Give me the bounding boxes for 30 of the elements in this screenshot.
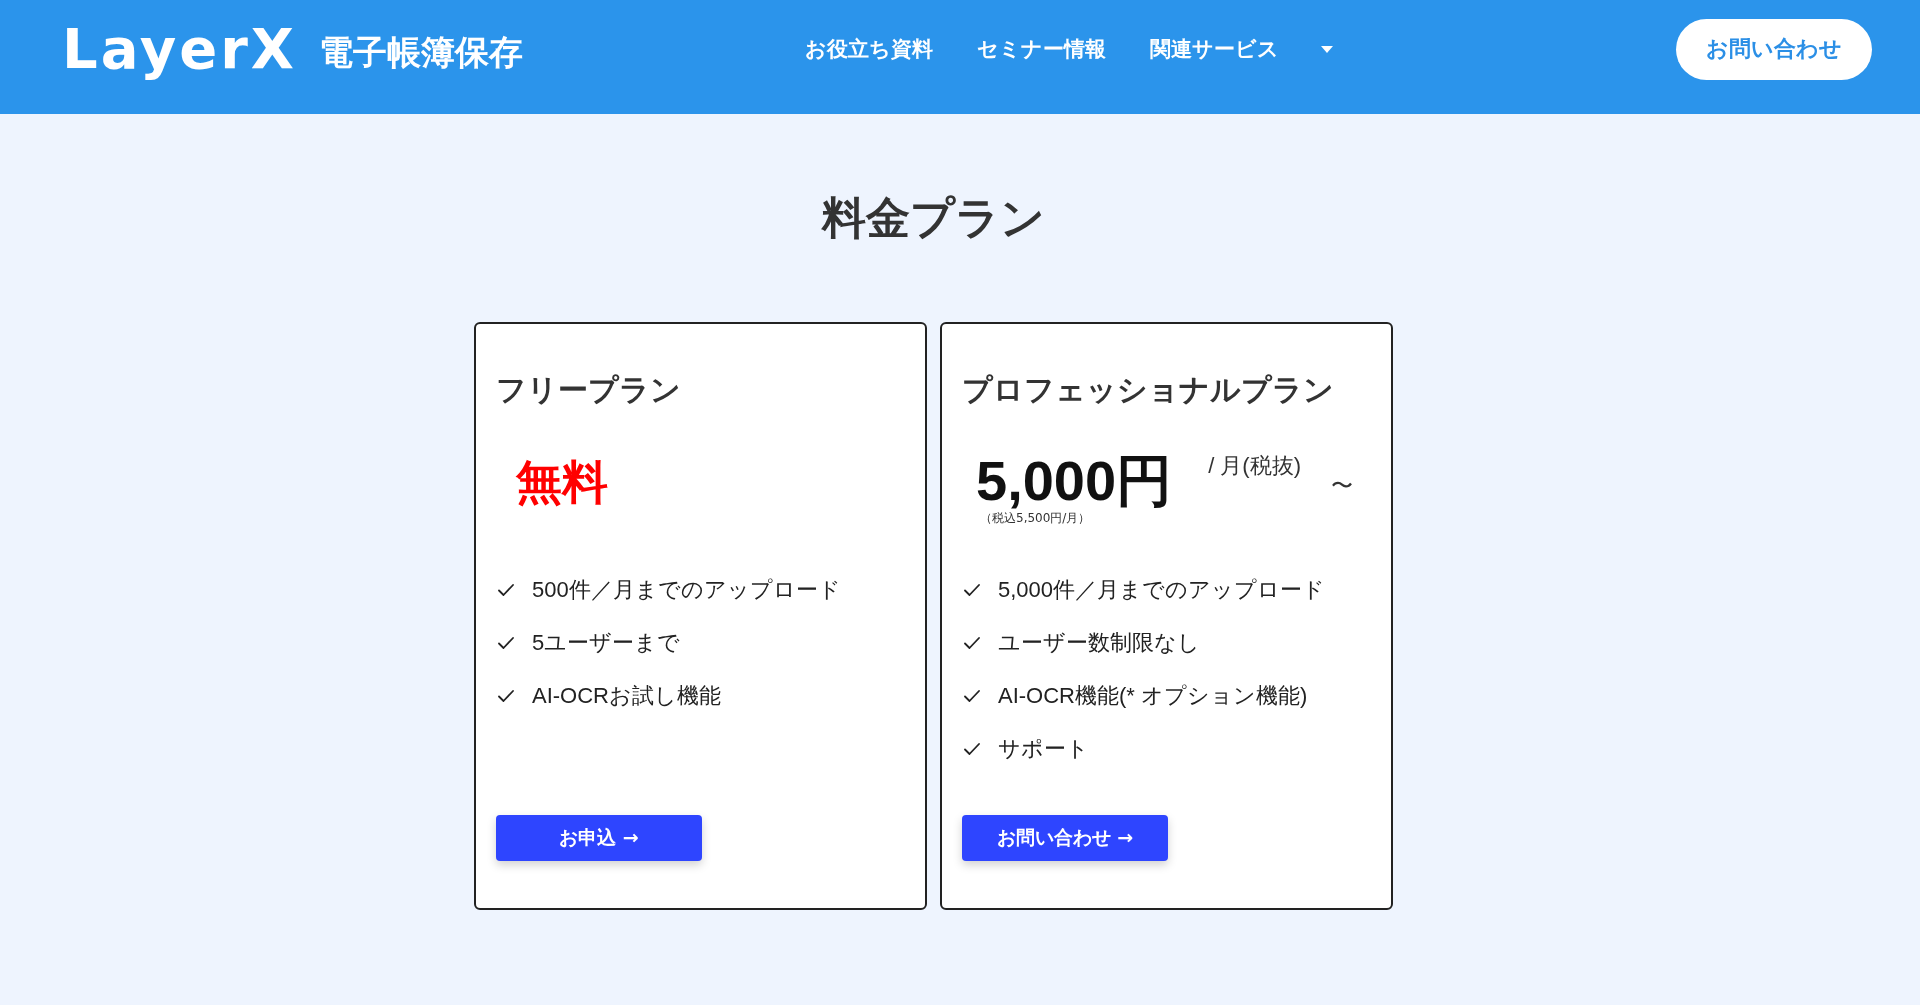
feature-text: AI-OCRお試し機能 (532, 682, 721, 710)
feature-text: サポート (998, 735, 1089, 763)
feature-text: 5,000件／月までのアップロード (998, 576, 1326, 604)
feature-text: AI-OCR機能(* オプション機能) (998, 682, 1308, 710)
nav-dropdown[interactable]: 関連サービス (1150, 35, 1334, 63)
price-amount: 5,000円 (976, 452, 1173, 510)
check-icon (964, 743, 980, 755)
product-name: 電子帳簿保存 (319, 35, 524, 69)
section-title: 料金プラン (822, 191, 1045, 245)
price-amount: 無料 (515, 456, 608, 508)
check-icon (964, 584, 980, 596)
check-icon (964, 637, 980, 649)
check-icon (498, 584, 514, 596)
plan-name: フリープラン (496, 371, 682, 409)
caret-icon (1321, 45, 1334, 53)
nav-link[interactable]: セミナー情報 (977, 35, 1107, 63)
check-icon (498, 637, 514, 649)
feature-text: 500件／月までのアップロード (532, 576, 841, 604)
check-icon (964, 690, 980, 702)
nav-link[interactable]: お役立ち資料 (805, 35, 934, 63)
feature-text: ユーザー数制限なし (998, 629, 1200, 657)
price-suffix: 〜 (1331, 472, 1354, 500)
tax-note: （税込5,500円/月） (980, 510, 1092, 526)
check-icon (498, 690, 514, 702)
feature-text: 5ユーザーまで (532, 629, 681, 657)
plan-cta-button[interactable]: お問い合わせ → (962, 815, 1168, 861)
plan-cta-button[interactable]: お申込 → (496, 815, 702, 861)
contact-button[interactable]: お問い合わせ (1676, 18, 1872, 80)
price-unit: / 月(税抜) (1208, 452, 1302, 480)
plan-name: プロフェッショナルプラン (962, 371, 1335, 409)
